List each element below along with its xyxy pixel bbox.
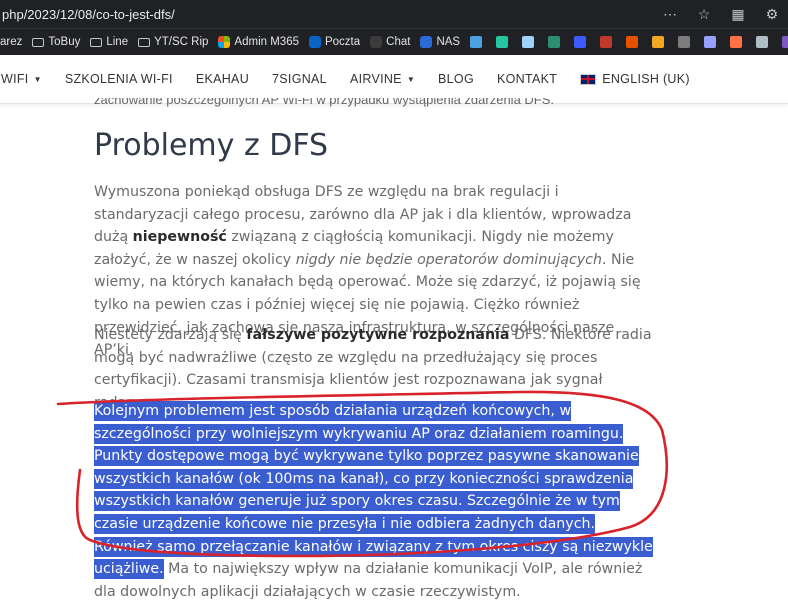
bookmark-favicon-icon[interactable] <box>496 36 509 48</box>
url-text[interactable]: php/2023/12/08/co-to-jest-dfs/ <box>2 7 175 22</box>
bookmark-folder[interactable]: Line <box>90 36 128 48</box>
section-heading: Problemy z DFS <box>94 128 329 163</box>
bookmark-favicon-icon[interactable] <box>678 36 691 48</box>
nav-item-airvine[interactable]: AIRVINE ▼ <box>350 72 415 86</box>
bookmark-favicon-icon[interactable] <box>626 36 639 48</box>
nav-item-wifi[interactable]: WIFI ▼ <box>1 72 42 86</box>
address-bar-actions: ⋯ ☆ ▦ ⚙ <box>660 4 782 24</box>
qr-code-icon[interactable]: ▦ <box>728 4 748 24</box>
bookmark-favicon-icon[interactable] <box>652 36 665 48</box>
microsoft-logo-icon <box>218 36 231 48</box>
site-navigation: WIFI ▼ SZKOLENIA WI-FI EKAHAU 7SIGNAL AI… <box>0 55 788 104</box>
nav-item-label: AIRVINE <box>349 72 402 86</box>
bookmark-label: arez <box>0 36 23 48</box>
bookmark-favicon-icon[interactable] <box>756 36 769 48</box>
bookmark-star-icon[interactable]: ☆ <box>694 4 714 24</box>
highlighted-paragraph: Kolejnym problemem jest sposób działania… <box>94 400 654 603</box>
bookmark-favicon-icon[interactable] <box>730 36 743 48</box>
browser-address-bar[interactable]: php/2023/12/08/co-to-jest-dfs/ ⋯ ☆ ▦ ⚙ <box>0 0 788 28</box>
nav-item-label: EKAHAU <box>195 72 250 86</box>
nav-item-label: BLOG <box>438 72 474 86</box>
nas-icon <box>420 36 433 48</box>
nav-item-label: KONTAKT <box>496 72 558 86</box>
caret-down-icon: ▼ <box>406 74 416 84</box>
bookmark-label: YT/SC Rip <box>154 36 209 48</box>
mail-icon <box>308 36 321 48</box>
bold-text: niepewność <box>132 229 227 246</box>
bookmark-favicon-icon[interactable] <box>704 36 717 48</box>
folder-icon <box>32 37 45 47</box>
italic-text: nigdy nie będzie operatorów dominujących <box>295 251 602 268</box>
uk-flag-icon <box>580 73 597 85</box>
bookmarks-bar: arez ToBuy Line YT/SC Rip Admin M365 Poc… <box>0 28 788 55</box>
chat-icon <box>370 36 383 48</box>
bookmark-item[interactable]: NAS <box>420 36 460 48</box>
more-options-icon[interactable]: ⋯ <box>660 4 680 24</box>
bookmark-label: ToBuy <box>48 36 81 48</box>
text-run: Niestety zdarzają się <box>94 327 247 343</box>
bookmark-label: Poczta <box>324 36 361 48</box>
nav-item-szkolenia[interactable]: SZKOLENIA WI-FI <box>65 72 173 86</box>
bookmark-favicon-icon[interactable] <box>522 36 535 48</box>
nav-item-ekahau[interactable]: EKAHAU <box>196 72 249 86</box>
bookmark-label: NAS <box>436 36 461 48</box>
bookmark-favicon-icon[interactable] <box>548 36 561 48</box>
extension-icon[interactable]: ⚙ <box>762 4 782 24</box>
caret-down-icon: ▼ <box>33 74 42 84</box>
bookmark-folder[interactable]: ToBuy <box>32 36 80 48</box>
bold-text: fałszywe pozytywne rozpoznania <box>246 327 510 343</box>
bookmark-label: Line <box>106 36 129 48</box>
bookmark-item[interactable]: Poczta <box>308 36 361 48</box>
nav-item-blog[interactable]: BLOG <box>438 72 474 86</box>
bookmark-favicon-icon[interactable] <box>782 36 788 48</box>
selected-text: Kolejnym problemem jest sposób działania… <box>94 401 653 580</box>
nav-item-label: 7SIGNAL <box>272 72 327 86</box>
nav-item-label: SZKOLENIA WI-FI <box>64 72 173 86</box>
bookmark-label: Chat <box>386 36 411 48</box>
bookmark-folder[interactable]: YT/SC Rip <box>138 36 208 48</box>
text-run: Ma to największy wpływ na działanie komu… <box>94 561 643 600</box>
folder-icon <box>138 37 151 47</box>
bookmark-item[interactable]: Chat <box>370 36 410 48</box>
bookmark-favicon-icon[interactable] <box>470 36 483 48</box>
nav-item-7signal[interactable]: 7SIGNAL <box>272 72 327 86</box>
nav-item-label: WIFI <box>1 72 29 86</box>
language-switcher[interactable]: ENGLISH (UK) <box>580 72 690 86</box>
bookmark-favicon-icon[interactable] <box>574 36 587 48</box>
nav-item-kontakt[interactable]: KONTAKT <box>497 72 557 86</box>
bookmark-item[interactable]: arez <box>0 36 22 48</box>
bookmark-label: Admin M365 <box>234 36 299 48</box>
bookmark-favicon-icon[interactable] <box>600 36 613 48</box>
bookmark-item[interactable]: Admin M365 <box>218 36 299 48</box>
folder-icon <box>90 37 103 47</box>
language-label: ENGLISH (UK) <box>602 72 690 86</box>
